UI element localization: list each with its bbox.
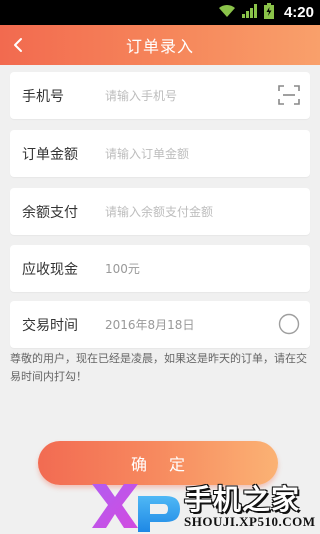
cash-receivable-value: 100元	[105, 262, 140, 276]
transaction-time-row: 交易时间 2016年8月18日	[10, 301, 310, 348]
balance-payment-input[interactable]: 请输入余额支付金额	[105, 203, 213, 220]
balance-payment-row: 余额支付 请输入余额支付金额	[10, 188, 310, 235]
radio-circle-icon	[278, 313, 300, 335]
transaction-time-value: 2016年8月18日	[105, 318, 195, 332]
transaction-time-checkbox[interactable]	[278, 313, 300, 335]
watermark: 手机之家 SHOUJI.XP510.COM	[88, 474, 320, 534]
status-time: 4:20	[283, 4, 314, 21]
order-amount-label: 订单金额	[22, 146, 78, 163]
back-button[interactable]	[6, 33, 30, 57]
notice-text: 尊敬的用户，现在已经是凌晨，如果这是昨天的订单，请在交易时间内打勾！	[10, 352, 307, 383]
cash-receivable-label: 应收现金	[22, 261, 78, 278]
transaction-time-label: 交易时间	[22, 317, 78, 334]
order-amount-input[interactable]: 请输入订单金额	[105, 145, 189, 162]
signal-icon	[241, 3, 258, 22]
status-bar: 4:20	[0, 0, 320, 25]
confirm-button-label: 确定	[130, 455, 207, 474]
cash-receivable-row: 应收现金 100元	[10, 245, 310, 292]
phone-field-row: 手机号 请输入手机号	[10, 72, 310, 119]
balance-payment-label: 余额支付	[22, 204, 78, 221]
wifi-icon	[218, 3, 236, 22]
header-bar: 订单录入	[0, 25, 320, 65]
xp-logo-icon	[92, 484, 180, 532]
watermark-brand: 手机之家	[184, 483, 301, 516]
order-amount-row: 订单金额 请输入订单金额	[10, 130, 310, 177]
page-title: 订单录入	[125, 37, 194, 56]
battery-icon	[263, 2, 274, 23]
scan-icon	[278, 85, 300, 105]
phone-label: 手机号	[22, 88, 64, 105]
scan-button[interactable]	[278, 84, 300, 106]
chevron-left-icon	[14, 38, 22, 52]
watermark-url: SHOUJI.XP510.COM	[184, 514, 316, 529]
phone-input[interactable]: 请输入手机号	[105, 87, 177, 104]
